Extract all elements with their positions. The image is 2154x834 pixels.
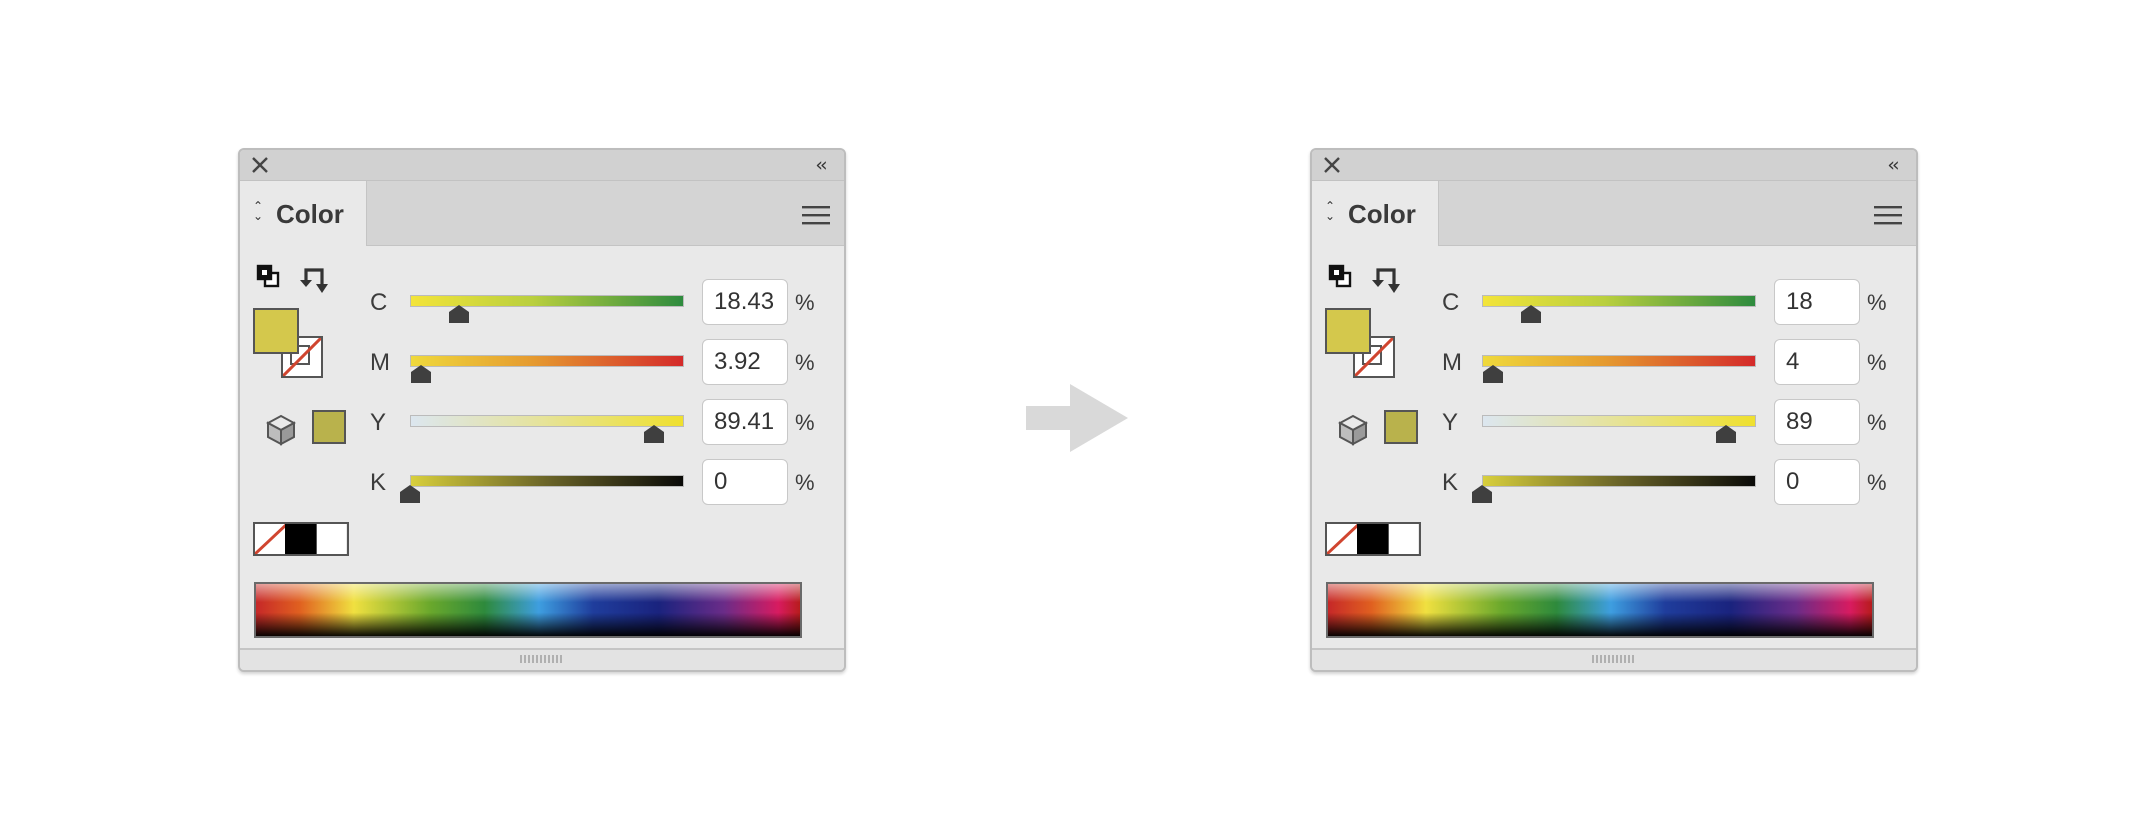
value-field-c[interactable]: 18 (1774, 279, 1860, 325)
slider-track-m[interactable] (410, 355, 684, 367)
color-spectrum-ramp[interactable] (254, 582, 802, 638)
tab-color[interactable]: ⌃ ⌄ Color (1312, 181, 1439, 246)
black-swatch[interactable] (285, 524, 316, 554)
none-swatch[interactable] (255, 524, 286, 554)
swap-arrow-icon[interactable] (300, 264, 330, 294)
cube-icon[interactable] (1338, 414, 1368, 446)
channel-label-y: Y (370, 409, 387, 436)
right-arrow-icon (1026, 384, 1128, 452)
slider-thumb-y[interactable] (643, 425, 665, 443)
websafe-color-swatch[interactable] (312, 410, 346, 444)
quick-swatches (253, 522, 349, 556)
slider-thumb-c[interactable] (1520, 305, 1542, 323)
panel-bottom-strip (1312, 648, 1916, 670)
tab-expand-icon[interactable]: ⌃ ⌄ (252, 200, 264, 222)
value-field-m[interactable]: 4 (1774, 339, 1860, 385)
black-swatch[interactable] (1357, 524, 1388, 554)
cube-icon[interactable] (266, 414, 296, 446)
percent-unit-c: % (1867, 290, 1887, 315)
slider-thumb-y[interactable] (1715, 425, 1737, 443)
slider-track-m[interactable] (1482, 355, 1756, 367)
channel-label-m: M (1442, 349, 1462, 376)
channel-label-c: C (1442, 289, 1460, 316)
none-swatch[interactable] (1327, 524, 1358, 554)
close-icon[interactable] (1321, 154, 1343, 176)
slider-track-k[interactable] (1482, 475, 1756, 487)
resize-grip-icon[interactable] (519, 653, 565, 665)
panel-titlebar: ‹‹ (1312, 150, 1916, 181)
channel-label-c: C (370, 289, 388, 316)
percent-unit-k: % (795, 470, 815, 495)
resize-grip-icon[interactable] (1591, 653, 1637, 665)
swap-arrow-icon[interactable] (1372, 264, 1402, 294)
value-field-m[interactable]: 3.92 (702, 339, 788, 385)
right-arrow-shape (1026, 384, 1128, 452)
close-icon[interactable] (249, 154, 271, 176)
percent-unit-k: % (1867, 470, 1887, 495)
percent-unit-c: % (795, 290, 815, 315)
panel-titlebar: ‹‹ (240, 150, 844, 181)
hamburger-menu-icon[interactable] (802, 205, 830, 225)
value-field-c[interactable]: 18.43 (702, 279, 788, 325)
default-fill-stroke-icon[interactable] (256, 264, 280, 288)
slider-thumb-m[interactable] (410, 365, 432, 383)
tab-expand-icon[interactable]: ⌃ ⌄ (1324, 200, 1336, 222)
value-field-k[interactable]: 0 (702, 459, 788, 505)
white-swatch[interactable] (315, 524, 347, 554)
tab-label: Color (1348, 199, 1416, 229)
double-chevron-left-icon[interactable]: ‹‹ (1882, 155, 1902, 175)
tab-color[interactable]: ⌃ ⌄ Color (240, 181, 367, 246)
quick-swatches (1325, 522, 1421, 556)
fill-stroke-control (1325, 308, 1405, 388)
slider-track-k[interactable] (410, 475, 684, 487)
value-field-y[interactable]: 89 (1774, 399, 1860, 445)
percent-unit-m: % (795, 350, 815, 375)
panel-bottom-strip (240, 648, 844, 670)
color-panel-after: ‹‹ ⌃ ⌄ Color C 18 % M 4 % Y 89 % K 0 % (1310, 148, 1918, 672)
panel-tabbar: ⌃ ⌄ Color (1312, 181, 1916, 246)
white-swatch[interactable] (1387, 524, 1419, 554)
hamburger-menu-icon[interactable] (1874, 205, 1902, 225)
double-chevron-left-icon[interactable]: ‹‹ (810, 155, 830, 175)
percent-unit-y: % (795, 410, 815, 435)
channel-label-m: M (370, 349, 390, 376)
panel-tabbar: ⌃ ⌄ Color (240, 181, 844, 246)
slider-thumb-m[interactable] (1482, 365, 1504, 383)
color-spectrum-ramp[interactable] (1326, 582, 1874, 638)
slider-thumb-c[interactable] (448, 305, 470, 323)
tab-label: Color (276, 199, 344, 229)
percent-unit-y: % (1867, 410, 1887, 435)
slider-thumb-k[interactable] (399, 485, 421, 503)
fill-swatch[interactable] (253, 308, 299, 354)
color-panel-before: ‹‹ ⌃ ⌄ Color C 18.43 % M 3.92 % Y 89.41 … (238, 148, 846, 672)
percent-unit-m: % (1867, 350, 1887, 375)
channel-label-k: K (370, 469, 387, 496)
default-fill-stroke-icon[interactable] (1328, 264, 1352, 288)
value-field-k[interactable]: 0 (1774, 459, 1860, 505)
fill-stroke-control (253, 308, 333, 388)
channel-label-y: Y (1442, 409, 1459, 436)
channel-label-k: K (1442, 469, 1459, 496)
value-field-y[interactable]: 89.41 (702, 399, 788, 445)
websafe-color-swatch[interactable] (1384, 410, 1418, 444)
slider-thumb-k[interactable] (1471, 485, 1493, 503)
fill-swatch[interactable] (1325, 308, 1371, 354)
